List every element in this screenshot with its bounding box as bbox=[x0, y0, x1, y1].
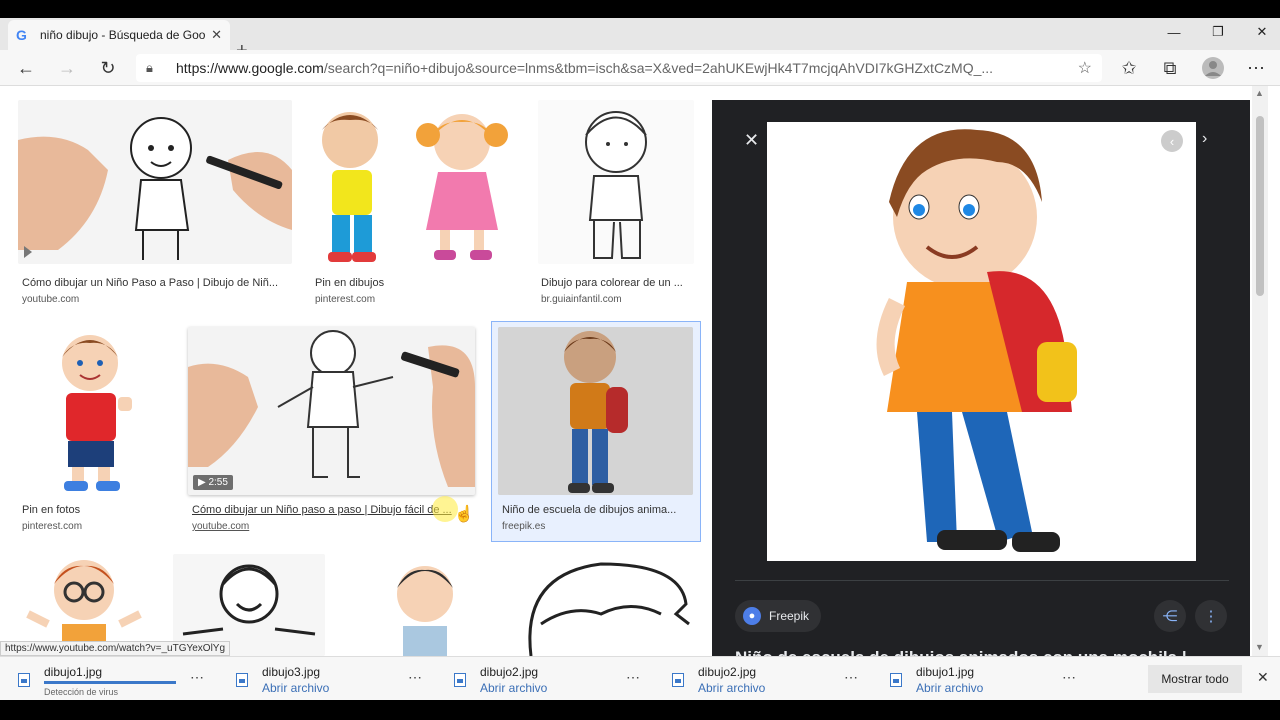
more-menu-icon[interactable]: ⋯ bbox=[1244, 56, 1268, 80]
globe-icon: ● bbox=[743, 607, 761, 625]
browser-tab[interactable]: G niño dibujo - Búsqueda de Goog ✕ bbox=[8, 20, 230, 50]
next-image-button[interactable]: › bbox=[1202, 130, 1207, 148]
google-favicon-icon: G bbox=[16, 27, 27, 43]
result-image-10[interactable] bbox=[511, 554, 694, 656]
lock-icon: 🔒︎ bbox=[146, 60, 153, 75]
tab-strip: G niño dibujo - Búsqueda de Goog ✕ + bbox=[0, 18, 1280, 61]
result-image-5[interactable]: ▶ 2:55 bbox=[188, 327, 475, 495]
collections-icon[interactable]: ⧉ bbox=[1158, 56, 1182, 80]
result-caption-5[interactable]: Cómo dibujar un Niño paso a paso | Dibuj… bbox=[192, 504, 464, 516]
download-item[interactable]: dibujo2.jpg Abrir archivo ⋯ bbox=[658, 661, 870, 697]
download-filename: dibujo3.jpg bbox=[262, 665, 321, 679]
image-file-icon bbox=[890, 673, 902, 687]
result-caption-1[interactable]: Cómo dibujar un Niño Paso a Paso | Dibuj… bbox=[22, 277, 290, 289]
close-download-bar-icon[interactable]: ✕ bbox=[1257, 669, 1269, 686]
previous-image-button[interactable]: ‹ bbox=[1161, 130, 1183, 152]
source-chip-label: Freepik bbox=[769, 609, 810, 623]
navigation-bar: ← → ↻ 🔒︎ https://www.google.com/search?q… bbox=[0, 50, 1280, 86]
more-options-icon[interactable]: ⋮ bbox=[1195, 600, 1227, 632]
download-filename: dibujo1.jpg bbox=[44, 665, 103, 679]
scroll-up-icon[interactable]: ▲ bbox=[1255, 88, 1264, 98]
back-arrow-icon[interactable]: ← bbox=[14, 56, 38, 80]
screen: G niño dibujo - Búsqueda de Goog ✕ + — ❐… bbox=[0, 0, 1280, 720]
open-file-link[interactable]: Abrir archivo bbox=[480, 681, 547, 695]
result-caption-4[interactable]: Pin en fotos bbox=[22, 504, 162, 516]
download-item[interactable]: dibujo1.jpg Detección de virus ⋯ bbox=[4, 661, 216, 697]
favorite-star-icon[interactable]: ☆ bbox=[1078, 58, 1092, 78]
open-file-link[interactable]: Abrir archivo bbox=[698, 681, 765, 695]
download-bar: dibujo1.jpg Detección de virus ⋯ dibujo3… bbox=[0, 656, 1280, 700]
profile-avatar-icon[interactable] bbox=[1201, 56, 1225, 80]
search-results-area: Cómo dibujar un Niño Paso a Paso | Dibuj… bbox=[0, 86, 1280, 656]
result-image-4[interactable] bbox=[18, 327, 168, 495]
result-image-1[interactable] bbox=[18, 100, 292, 264]
download-filename: dibujo2.jpg bbox=[698, 665, 757, 679]
page-scrollbar[interactable]: ▲ ▼ bbox=[1252, 86, 1268, 656]
download-item[interactable]: dibujo1.jpg Abrir archivo ⋯ bbox=[876, 661, 1088, 697]
hand-cursor-icon: ☝ bbox=[454, 506, 474, 523]
maximize-button[interactable]: ❐ bbox=[1195, 18, 1241, 46]
result-source-4: pinterest.com bbox=[22, 521, 83, 532]
download-more-icon[interactable]: ⋯ bbox=[408, 669, 423, 686]
panel-divider bbox=[735, 580, 1229, 581]
favorites-icon[interactable]: ✩ bbox=[1117, 56, 1141, 80]
result-image-9[interactable] bbox=[345, 554, 491, 656]
window-close-button[interactable]: ✕ bbox=[1239, 18, 1280, 46]
url-text: https://www.google.com/search?q=niño+dib… bbox=[176, 60, 1070, 76]
url-host: https://www.google.com bbox=[176, 60, 324, 76]
download-filename: dibujo2.jpg bbox=[480, 665, 539, 679]
result-source-5: youtube.com bbox=[192, 521, 250, 532]
show-all-downloads-button[interactable]: Mostrar todo bbox=[1148, 665, 1242, 693]
download-filename: dibujo1.jpg bbox=[916, 665, 975, 679]
image-file-icon bbox=[236, 673, 248, 687]
tab-close-icon[interactable]: ✕ bbox=[211, 27, 222, 43]
letterbox-bottom bbox=[0, 700, 1280, 720]
download-more-icon[interactable]: ⋯ bbox=[1062, 669, 1077, 686]
result-caption-3[interactable]: Dibujo para colorear de un ... bbox=[541, 277, 691, 289]
source-chip[interactable]: ● Freepik bbox=[735, 600, 822, 632]
link-status-bar: https://www.youtube.com/watch?v=_uTGYexO… bbox=[0, 641, 231, 656]
download-more-icon[interactable]: ⋯ bbox=[844, 669, 859, 686]
scroll-down-icon[interactable]: ▼ bbox=[1255, 642, 1264, 652]
forward-arrow-icon[interactable]: → bbox=[55, 56, 79, 80]
download-item[interactable]: dibujo3.jpg Abrir archivo ⋯ bbox=[222, 661, 434, 697]
result-source-6: freepik.es bbox=[502, 521, 546, 532]
open-file-link[interactable]: Abrir archivo bbox=[262, 681, 329, 695]
download-more-icon[interactable]: ⋯ bbox=[190, 669, 205, 686]
image-file-icon bbox=[672, 673, 684, 687]
close-preview-icon[interactable]: ✕ bbox=[744, 130, 759, 151]
result-caption-6[interactable]: Niño de escuela de dibujos anima... bbox=[502, 504, 692, 516]
video-duration-badge: ▶ 2:55 bbox=[193, 475, 233, 490]
url-path: /search?q=niño+dibujo&source=lnms&tbm=is… bbox=[323, 60, 994, 76]
result-image-6[interactable] bbox=[498, 327, 693, 495]
download-progress-bar bbox=[44, 681, 176, 684]
minimize-button[interactable]: — bbox=[1151, 18, 1197, 46]
open-file-link[interactable]: Abrir archivo bbox=[916, 681, 983, 695]
letterbox-top bbox=[0, 0, 1280, 18]
scrollbar-thumb[interactable] bbox=[1256, 116, 1264, 296]
download-item[interactable]: dibujo2.jpg Abrir archivo ⋯ bbox=[440, 661, 652, 697]
download-status: Detección de virus bbox=[44, 687, 119, 697]
address-bar[interactable]: 🔒︎ https://www.google.com/search?q=niño+… bbox=[136, 54, 1102, 82]
image-file-icon bbox=[18, 673, 30, 687]
result-source-2: pinterest.com bbox=[315, 294, 376, 305]
reload-icon[interactable]: ↻ bbox=[96, 56, 120, 80]
download-more-icon[interactable]: ⋯ bbox=[626, 669, 641, 686]
result-caption-2[interactable]: Pin en dibujos bbox=[315, 277, 515, 289]
result-source-1: youtube.com bbox=[22, 294, 80, 305]
image-preview-panel: ✕ ‹ › ● Freepik ⋲ ⋮ bbox=[712, 100, 1250, 656]
result-image-2[interactable] bbox=[310, 100, 518, 264]
tab-title: niño dibujo - Búsqueda de Goog bbox=[40, 28, 206, 42]
result-source-3: br.guiainfantil.com bbox=[541, 294, 622, 305]
preview-image[interactable] bbox=[767, 122, 1196, 561]
result-image-3[interactable] bbox=[538, 100, 694, 264]
image-file-icon bbox=[454, 673, 466, 687]
preview-title[interactable]: Niño de escuela de dibujos animados con … bbox=[735, 648, 1187, 656]
share-icon[interactable]: ⋲ bbox=[1154, 600, 1186, 632]
